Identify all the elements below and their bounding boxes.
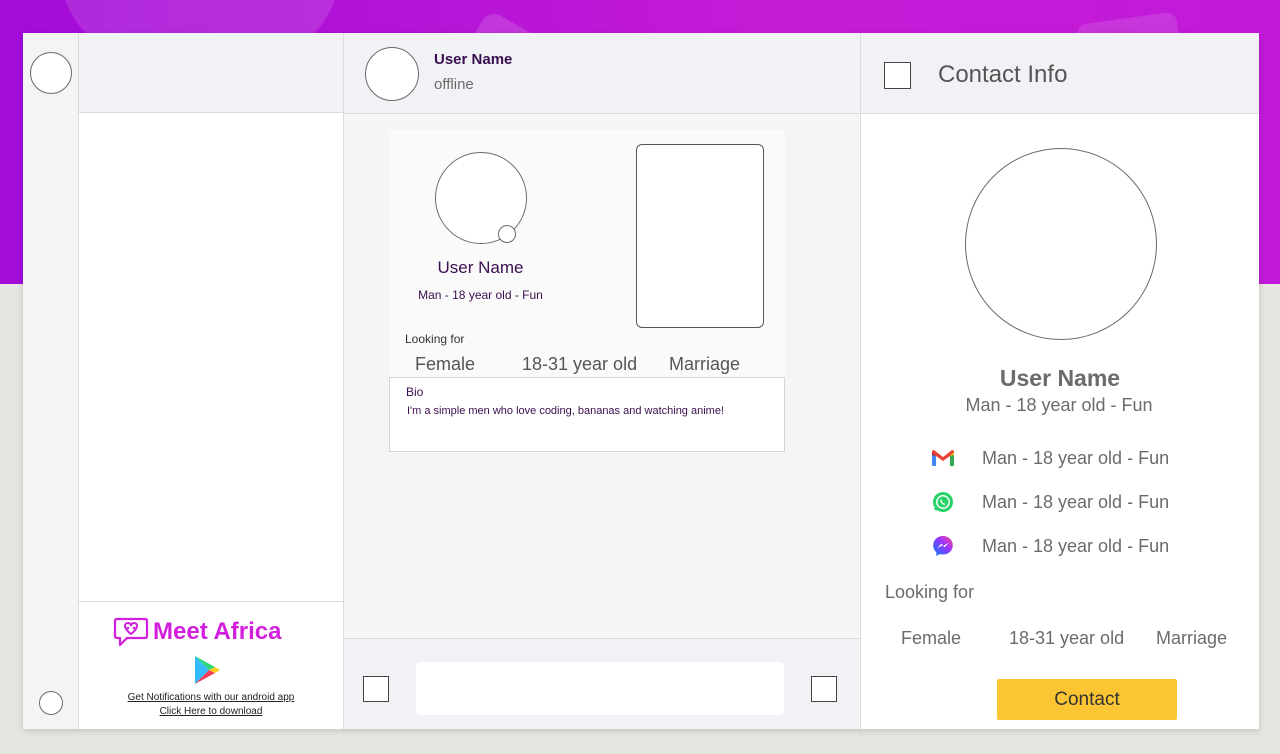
social-row-gmail[interactable]: Man - 18 year old - Fun [931, 446, 1251, 472]
my-avatar[interactable] [30, 52, 72, 94]
social-whatsapp-text: Man - 18 year old - Fun [982, 492, 1170, 512]
chat-header: User Name offline [344, 33, 860, 114]
looking-for-label: Looking for [405, 332, 465, 346]
side-rail [23, 33, 79, 729]
messenger-icon [933, 536, 953, 556]
online-status-indicator [498, 225, 516, 243]
bio-text: I'm a simple men who love coding, banana… [407, 405, 725, 417]
rail-settings-button[interactable] [39, 691, 63, 715]
contact-user-name: User Name [999, 365, 1121, 391]
chat-user-name[interactable]: User Name [434, 51, 512, 68]
looking-for-gender: Female [415, 354, 476, 374]
contact-looking-for-gender: Female [901, 628, 962, 648]
app-window: Meet Africa Get Notifications with our a… [23, 33, 1259, 729]
contact-button[interactable]: Contact [997, 679, 1177, 720]
list-header [79, 33, 343, 113]
looking-for-purpose: Marriage [669, 354, 741, 374]
contact-looking-for-purpose: Marriage [1156, 628, 1228, 648]
brand-name: Meet Africa [153, 618, 282, 645]
attach-button[interactable] [363, 676, 389, 702]
chat-user-avatar[interactable] [365, 47, 419, 101]
contact-title: Contact Info [938, 61, 1068, 88]
promo-notification-link[interactable]: Get Notifications with our android app [79, 692, 343, 703]
conversation-list-panel: Meet Africa Get Notifications with our a… [79, 33, 344, 729]
google-play-icon[interactable] [193, 654, 221, 686]
card-user-meta: Man - 18 year old - Fun [418, 288, 543, 302]
gmail-icon [932, 450, 954, 466]
social-row-whatsapp[interactable]: Man - 18 year old - Fun [931, 490, 1251, 516]
social-gmail-text: Man - 18 year old - Fun [982, 448, 1170, 468]
bio-label: Bio [406, 385, 424, 399]
contact-info-panel: Contact Info User Name Man - 18 year old… [861, 33, 1259, 729]
whatsapp-icon [933, 492, 953, 512]
close-contact-button[interactable] [884, 62, 911, 89]
card-user-name: User Name [437, 258, 524, 277]
promo-download-link[interactable]: Click Here to download [79, 706, 343, 717]
card-photo[interactable] [636, 144, 764, 328]
chat-heart-icon [113, 617, 149, 647]
social-row-messenger[interactable]: Man - 18 year old - Fun [931, 534, 1251, 560]
message-input[interactable] [416, 662, 784, 715]
message-composer [344, 638, 860, 729]
chat-panel: User Name offline User Name Man - 18 yea… [344, 33, 861, 729]
app-promo: Meet Africa Get Notifications with our a… [79, 601, 343, 729]
looking-for-row: Female 18-31 year old Marriage [389, 354, 785, 376]
contact-looking-for-label: Looking for [885, 582, 975, 602]
contact-user-meta: Man - 18 year old - Fun [965, 395, 1153, 415]
bio-box: Bio I'm a simple men who love coding, ba… [389, 377, 785, 452]
send-button[interactable] [811, 676, 837, 702]
chat-user-status: offline [434, 76, 474, 93]
social-messenger-text: Man - 18 year old - Fun [982, 536, 1170, 556]
contact-header: Contact Info [861, 33, 1259, 114]
contact-avatar [965, 148, 1157, 340]
profile-card: User Name Man - 18 year old - Fun Lookin… [389, 130, 785, 452]
looking-for-age: 18-31 year old [522, 354, 638, 374]
contact-looking-for-age: 18-31 year old [1009, 628, 1125, 648]
brand-logo: Meet Africa [113, 616, 281, 648]
